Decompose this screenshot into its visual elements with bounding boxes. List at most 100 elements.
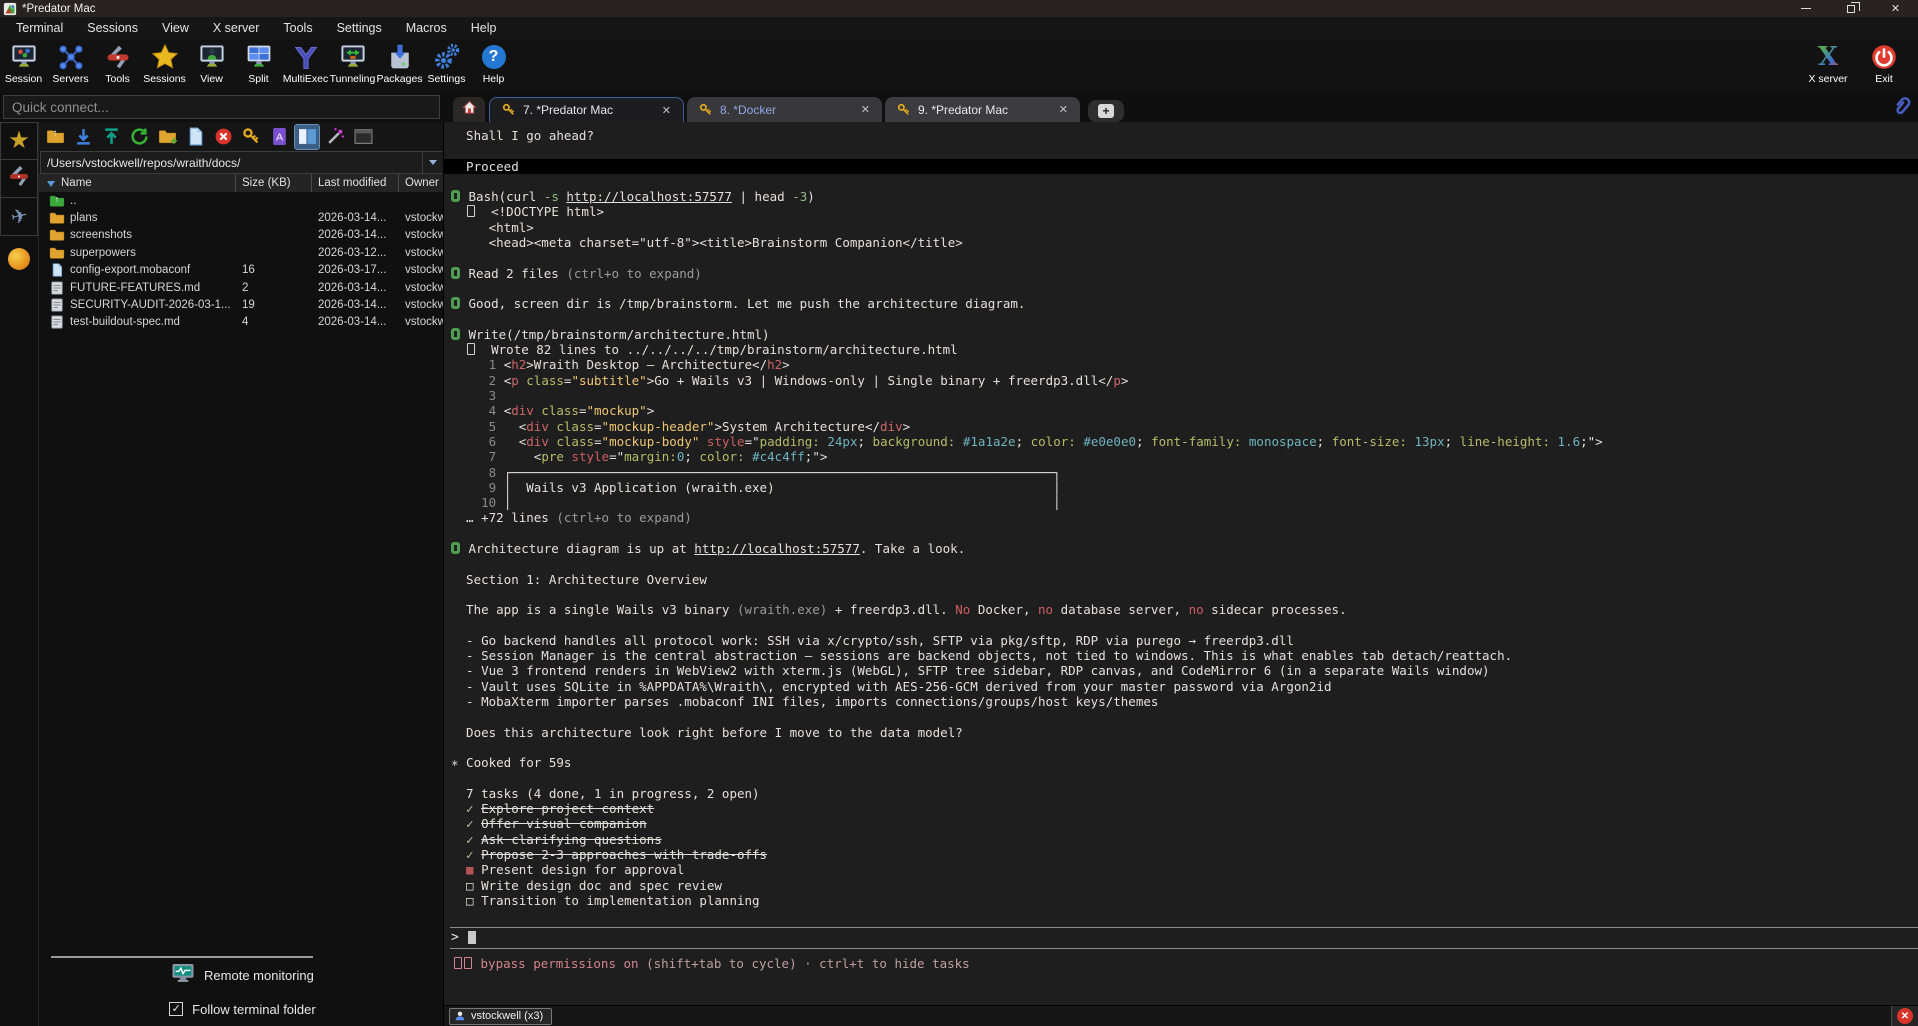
delete-icon[interactable]: [211, 125, 235, 149]
terminal-line: <!DOCTYPE html>: [451, 204, 1918, 219]
terminal-line: Good, screen dir is /tmp/brainstorm. Let…: [451, 296, 1918, 311]
terminal-line: [451, 312, 1918, 327]
window-title: *Predator Mac: [22, 3, 96, 15]
toolbar-packages-button[interactable]: Packages: [376, 39, 423, 85]
tab-bar: 7. *Predator Mac✕8. *Docker✕9. *Predator…: [443, 93, 1918, 122]
menu-settings[interactable]: Settings: [325, 17, 394, 39]
column-header-owner[interactable]: Owner: [399, 174, 446, 192]
remote-monitoring-row[interactable]: Remote monitoring: [39, 958, 446, 992]
terminal-line: 2 <p class="subtitle">Go + Wails v3 | Wi…: [451, 373, 1918, 388]
globe-icon[interactable]: [8, 248, 30, 270]
file-row-test-buildout-spec-md[interactable]: test-buildout-spec.md42026-03-14...vstoc…: [39, 314, 446, 331]
terminal[interactable]: Shall I go ahead? Proceed Bash(curl -s h…: [444, 122, 1918, 1005]
close-terminal-button[interactable]: ✕: [1897, 1008, 1913, 1024]
sidebar-tab-macros[interactable]: ✈: [0, 198, 38, 236]
paperclip-icon[interactable]: [1892, 96, 1914, 118]
terminal-line: 4 <div class="mockup">: [451, 403, 1918, 418]
ssh-key-icon[interactable]: [239, 125, 263, 149]
help-icon: ?: [478, 42, 510, 72]
svg-text:A: A: [275, 132, 283, 144]
sidebar-tab-tools[interactable]: [0, 160, 38, 198]
terminal-line: Wrote 82 lines to ../../../../tmp/brains…: [451, 342, 1918, 357]
toolbar-settings-button[interactable]: Settings: [423, 39, 470, 85]
terminal-line: ✓ Propose 2-3 approaches with trade-offs: [451, 847, 1918, 862]
tab-close-icon[interactable]: ✕: [662, 104, 671, 117]
path-bar: /Users/vstockwell/repos/wraith/docs/: [39, 151, 446, 174]
file-row-config-export-mobaconf[interactable]: config-export.mobaconf162026-03-17...vst…: [39, 262, 446, 279]
path-dropdown-button[interactable]: [423, 151, 445, 174]
upload-icon[interactable]: [99, 125, 123, 149]
toolbar-x-server-button[interactable]: XX server: [1800, 39, 1856, 85]
refresh-icon[interactable]: [127, 125, 151, 149]
quick-connect-input[interactable]: Quick connect...: [3, 95, 440, 119]
toolbar-tools-button[interactable]: Tools: [94, 39, 141, 85]
file-row-future-features-md[interactable]: FUTURE-FEATURES.md22026-03-14...vstockw: [39, 279, 446, 296]
remote-monitoring-icon: [171, 963, 195, 987]
terminal-line: <head><meta charset="utf-8"><title>Brain…: [451, 235, 1918, 250]
sidebar-tab-sessions[interactable]: ★: [0, 122, 38, 160]
column-header-modified[interactable]: Last modified: [312, 174, 399, 192]
file-row-superpowers[interactable]: superpowers2026-03-12...vstockw: [39, 244, 446, 261]
terminal-tab-7-predator-mac[interactable]: 7. *Predator Mac✕: [489, 97, 684, 122]
menu-tools[interactable]: Tools: [271, 17, 324, 39]
session-taskbar-button[interactable]: vstockwell (x3): [449, 1008, 552, 1025]
toolbar-tunneling-button[interactable]: Tunneling: [329, 39, 376, 85]
column-header-name[interactable]: Name: [39, 174, 236, 192]
toolbar-sessions-button[interactable]: Sessions: [141, 39, 188, 85]
follow-terminal-checkbox[interactable]: [169, 1002, 183, 1016]
menu-x-server[interactable]: X server: [201, 17, 272, 39]
dual-pane-icon[interactable]: [295, 125, 319, 149]
terminal-line: <html>: [451, 220, 1918, 235]
file-row-plans[interactable]: plans2026-03-14...vstockw: [39, 209, 446, 226]
terminal-tab-8-docker[interactable]: 8. *Docker✕: [687, 97, 882, 122]
file-row-[interactable]: ↑..: [39, 192, 446, 209]
terminal-line: … +72 lines (ctrl+o to expand): [451, 510, 1918, 525]
file-row-security-audit-2026-03-1[interactable]: SECURITY-AUDIT-2026-03-1...192026-03-14.…: [39, 296, 446, 313]
terminal-line: The app is a single Wails v3 binary (wra…: [451, 602, 1918, 617]
toolbar-view-button[interactable]: View: [188, 39, 235, 85]
terminal-line: 6 <div class="mockup-body" style="paddin…: [451, 434, 1918, 449]
paper-plane-icon: ✈: [8, 203, 30, 231]
prompt-line[interactable]: >: [451, 928, 1918, 948]
restore-button[interactable]: [1828, 0, 1873, 17]
conf-icon: [49, 263, 65, 277]
close-button[interactable]: [1873, 0, 1918, 17]
toolbar-exit-button[interactable]: Exit: [1856, 39, 1912, 85]
menu-view[interactable]: View: [150, 17, 201, 39]
minimize-button[interactable]: [1783, 0, 1828, 17]
parent-dir-icon[interactable]: ↑: [43, 125, 67, 149]
key-icon: [502, 103, 516, 117]
terminal-tab-9-predator-mac[interactable]: 9. *Predator Mac✕: [885, 97, 1080, 122]
new-file-icon[interactable]: [183, 125, 207, 149]
new-tab-button[interactable]: +: [1088, 100, 1124, 122]
md-icon: [49, 315, 65, 329]
home-tab[interactable]: [453, 97, 485, 122]
download-icon[interactable]: [71, 125, 95, 149]
path-input[interactable]: /Users/vstockwell/repos/wraith/docs/: [40, 151, 423, 174]
terminal-line: □ Write design doc and spec review: [451, 878, 1918, 893]
terminal-line: [451, 587, 1918, 602]
tab-close-icon[interactable]: ✕: [1059, 103, 1068, 116]
menu-help[interactable]: Help: [459, 17, 509, 39]
menu-terminal[interactable]: Terminal: [4, 17, 75, 39]
terminal-icon[interactable]: [351, 125, 375, 149]
terminal-line: Section 1: Architecture Overview: [451, 572, 1918, 587]
key-icon: [897, 103, 911, 117]
rename-icon[interactable]: A: [267, 125, 291, 149]
toolbar-servers-button[interactable]: Servers: [47, 39, 94, 85]
toolbar-session-button[interactable]: Session: [0, 39, 47, 85]
wand-icon[interactable]: [323, 125, 347, 149]
terminal-line: ■ Present design for approval: [451, 862, 1918, 877]
folder-icon: [49, 228, 65, 242]
new-folder-icon[interactable]: +: [155, 125, 179, 149]
tab-close-icon[interactable]: ✕: [861, 103, 870, 116]
toolbar-split-button[interactable]: Split: [235, 39, 282, 85]
column-header-size[interactable]: Size (KB): [236, 174, 312, 192]
terminal-line: [451, 709, 1918, 724]
menu-sessions[interactable]: Sessions: [75, 17, 150, 39]
toolbar-multiexec-button[interactable]: MultiExec: [282, 39, 329, 85]
toolbar-help-button[interactable]: ?Help: [470, 39, 517, 85]
follow-terminal-folder-row[interactable]: Follow terminal folder: [39, 992, 446, 1026]
menu-macros[interactable]: Macros: [394, 17, 459, 39]
file-row-screenshots[interactable]: screenshots2026-03-14...vstockw: [39, 227, 446, 244]
